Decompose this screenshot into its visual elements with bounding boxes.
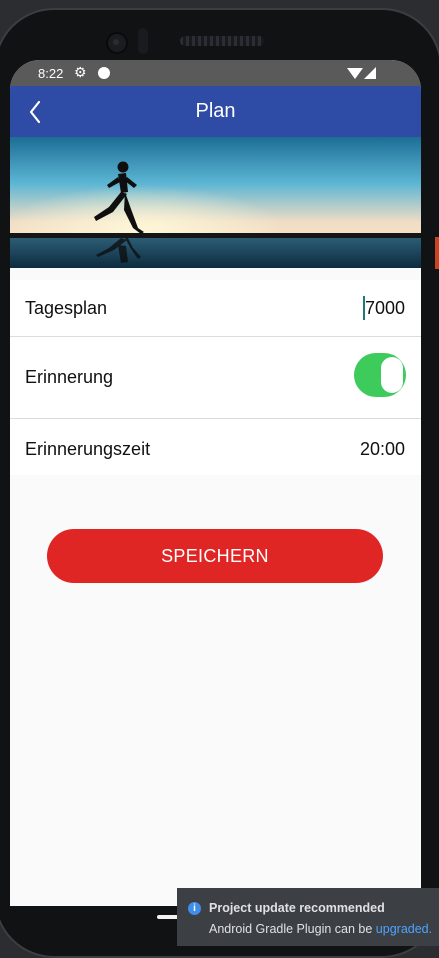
- upgrade-link[interactable]: upgraded.: [376, 922, 432, 936]
- reminder-time-row[interactable]: Erinnerungszeit 20:00: [10, 419, 421, 475]
- notification-body: Android Gradle Plugin can be upgraded.: [209, 922, 432, 936]
- dot-icon: [98, 67, 110, 79]
- camera-lens: [113, 39, 119, 45]
- notification-title: Project update recommended: [209, 901, 385, 915]
- signal-icon: [364, 67, 376, 79]
- app-bar: Plan: [10, 86, 421, 137]
- gear-icon: ⚙: [74, 64, 87, 80]
- reminder-time-value[interactable]: 20:00: [360, 439, 405, 460]
- reminder-time-label: Erinnerungszeit: [25, 439, 151, 459]
- save-button[interactable]: SPEICHERN: [47, 529, 383, 583]
- daily-plan-input[interactable]: 7000: [362, 296, 405, 320]
- toggle-knob: [381, 357, 403, 393]
- status-time: 8:22: [38, 66, 64, 81]
- notification-body-text: Android Gradle Plugin can be: [209, 922, 373, 936]
- daily-plan-label: Tagesplan: [25, 298, 108, 318]
- page-title: Plan: [195, 100, 236, 122]
- emulator-side-tab: [435, 237, 439, 269]
- daily-plan-value: 7000: [364, 298, 405, 318]
- reminder-toggle[interactable]: [354, 353, 406, 397]
- status-bar: 8:22 ⚙: [10, 60, 421, 86]
- daily-plan-row[interactable]: Tagesplan 7000: [10, 280, 421, 337]
- phone-screen: 8:22 ⚙ Plan Tagesplan 7000 Erinnerung Er…: [10, 60, 421, 906]
- earpiece-speaker: [180, 36, 264, 46]
- text-cursor: [362, 296, 365, 320]
- wifi-icon: [347, 68, 363, 79]
- reminder-label: Erinnerung: [25, 367, 114, 387]
- project-update-notification[interactable]: i Project update recommended Android Gra…: [177, 888, 439, 946]
- info-icon: i: [188, 902, 201, 915]
- proximity-sensor: [138, 28, 148, 54]
- emulator-window: 8:22 ⚙ Plan Tagesplan 7000 Erinnerung Er…: [0, 0, 439, 958]
- runner-silhouette-image: [10, 137, 421, 268]
